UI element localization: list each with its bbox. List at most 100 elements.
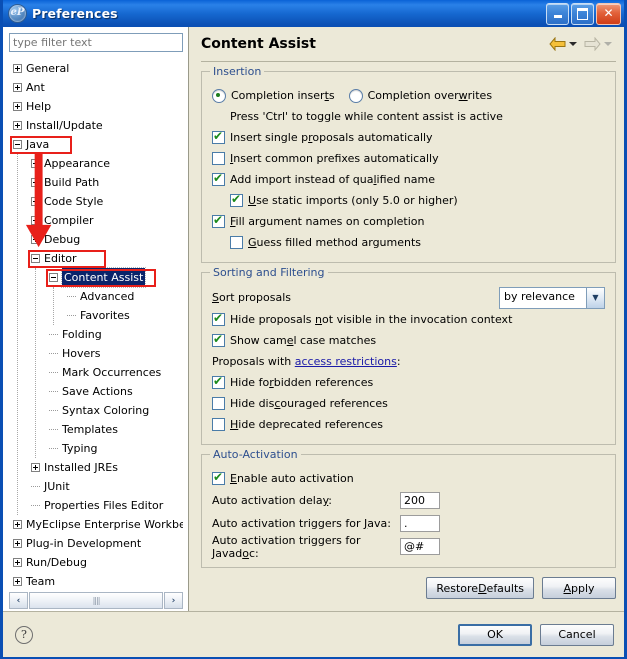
tree-horizontal-scrollbar[interactable]: ‹ |||| ›	[9, 592, 183, 609]
add-import-instead-of-qualified-name-checkbox[interactable]	[212, 171, 225, 186]
hide-proposals-not-visible-in-the-invoca-checkbox[interactable]	[212, 311, 225, 326]
tree-item-junit[interactable]: JUnit	[9, 477, 183, 496]
collapse-icon[interactable]	[31, 254, 40, 263]
expand-icon[interactable]	[13, 577, 22, 586]
tree-item-team[interactable]: Team	[9, 572, 183, 591]
completion-overwrites-radio[interactable]	[348, 88, 363, 103]
auto-activation-delay-input[interactable]	[400, 492, 440, 509]
filter-input[interactable]	[9, 33, 183, 52]
guess-filled-method-arguments-checkbox[interactable]	[230, 236, 243, 249]
tree-item-label: Run/Debug	[26, 556, 87, 569]
hide-deprecated-references-checkbox[interactable]	[212, 418, 225, 431]
insert-single-proposals-automatically-label: Insert single proposals automatically	[230, 131, 433, 144]
auto-activation-triggers-for-java-input[interactable]	[400, 515, 440, 532]
hide-proposals-not-visible-in-the-invoca-row: Hide proposals not visible in the invoca…	[212, 309, 605, 330]
collapse-icon[interactable]	[13, 140, 22, 149]
tree-item-build-path[interactable]: Build Path	[9, 173, 183, 192]
collapse-icon[interactable]	[49, 273, 58, 282]
maximize-button[interactable]	[571, 2, 594, 25]
tree-item-run-debug[interactable]: Run/Debug	[9, 553, 183, 572]
expand-icon[interactable]	[13, 520, 22, 529]
scroll-right-button[interactable]: ›	[164, 592, 183, 609]
preference-tree[interactable]: General Ant Help Install/Update Java Appearan…	[9, 59, 183, 591]
expand-icon[interactable]	[31, 463, 40, 472]
tree-item-code-style[interactable]: Code Style	[9, 192, 183, 211]
enable-auto-activation-checkbox[interactable]	[212, 470, 225, 485]
completion-overwrites-label: Completion overwrites	[367, 89, 493, 102]
tree-item-help[interactable]: Help	[9, 97, 183, 116]
dialog-footer: ? OK Cancel	[3, 611, 624, 657]
expand-icon[interactable]	[31, 159, 40, 168]
insert-single-proposals-automatically-checkbox[interactable]	[212, 129, 225, 144]
tree-indent-guide	[35, 268, 37, 458]
insertion-legend: Insertion	[210, 65, 265, 78]
insert-common-prefixes-automatically-checkbox[interactable]	[212, 152, 225, 165]
completion-inserts-radio[interactable]	[212, 88, 226, 103]
help-icon[interactable]: ?	[15, 625, 33, 644]
tree-item-editor[interactable]: Editor	[9, 249, 183, 268]
expand-icon[interactable]	[13, 121, 22, 130]
tree-item-compiler[interactable]: Compiler	[9, 211, 183, 230]
tree-item-install-update[interactable]: Install/Update	[9, 116, 183, 135]
back-arrow-icon[interactable]	[549, 37, 566, 51]
close-button[interactable]: ✕	[596, 2, 621, 25]
tree-guide	[67, 314, 76, 317]
hide-forbidden-references-checkbox[interactable]	[212, 374, 225, 389]
ok-button[interactable]: OK	[458, 623, 532, 646]
tree-item-installed-jres[interactable]: Installed JREs	[9, 458, 183, 477]
tree-item-plug-in-development[interactable]: Plug-in Development	[9, 534, 183, 553]
tree-item-label: General	[26, 62, 70, 75]
tree-item-label: Typing	[62, 442, 98, 455]
chevron-down-icon[interactable]: ▼	[586, 287, 604, 308]
hide-discouraged-references-checkbox[interactable]	[212, 397, 225, 410]
auto-activation-delay-label: Auto activation delay:	[212, 494, 332, 507]
insertion-group: Insertion Completion inserts Completion …	[201, 65, 616, 263]
tree-item-general[interactable]: General	[9, 59, 183, 78]
hide-forbidden-references-row: Hide forbidden references	[212, 372, 605, 393]
preference-tree-pane: General Ant Help Install/Update Java Appearan…	[3, 27, 188, 611]
back-dropdown-icon[interactable]	[569, 42, 577, 46]
tree-item-myeclipse-enterprise-workbenc[interactable]: MyEclipse Enterprise Workbenc	[9, 515, 183, 534]
tree-item-ant[interactable]: Ant	[9, 78, 183, 97]
minimize-icon	[553, 15, 562, 18]
expand-icon[interactable]	[13, 83, 22, 92]
tree-item-java[interactable]: Java	[9, 135, 183, 154]
tree-item-appearance[interactable]: Appearance	[9, 154, 183, 173]
access-restrictions-row: Proposals with access restrictions:	[212, 351, 605, 372]
apply-button[interactable]: Apply	[542, 577, 616, 599]
insertion-hint: Press 'Ctrl' to toggle while content ass…	[230, 110, 503, 123]
show-camel-case-matches-checkbox[interactable]	[212, 332, 225, 347]
scroll-thumb[interactable]: ||||	[29, 592, 163, 609]
sort-proposals-select[interactable]: by relevance ▼	[499, 286, 605, 309]
access-restrictions-link[interactable]: access restrictions	[295, 355, 397, 368]
restore-defaults-button[interactable]: Restore Defaults	[426, 577, 534, 599]
expand-icon[interactable]	[31, 178, 40, 187]
tree-item-properties-files-editor[interactable]: Properties Files Editor	[9, 496, 183, 515]
expand-icon[interactable]	[31, 235, 40, 244]
expand-icon[interactable]	[13, 102, 22, 111]
expand-icon[interactable]	[31, 197, 40, 206]
insert-single-proposals-automatically-row: Insert single proposals automatically	[212, 127, 605, 148]
guess-filled-method-arguments-row: Guess filled method arguments	[212, 232, 605, 253]
expand-icon[interactable]	[13, 64, 22, 73]
guess-filled-method-arguments-label: Guess filled method arguments	[248, 236, 422, 249]
page-navigation	[549, 37, 616, 51]
fill-argument-names-on-completion-checkbox[interactable]	[212, 213, 225, 228]
minimize-button[interactable]	[546, 2, 569, 25]
expand-icon[interactable]	[13, 539, 22, 548]
auto-activation-triggers-for-javadoc-input[interactable]	[400, 538, 440, 555]
tree-item-label: Properties Files Editor	[44, 499, 164, 512]
cancel-button[interactable]: Cancel	[540, 623, 614, 646]
expand-icon[interactable]	[13, 558, 22, 567]
sorting-legend: Sorting and Filtering	[210, 266, 328, 279]
tree-item-debug[interactable]: Debug	[9, 230, 183, 249]
use-static-imports-only-5-0-or-higher-checkbox[interactable]	[230, 192, 243, 207]
eclipse-preferences-icon: eP	[8, 4, 27, 23]
tree-item-label: Plug-in Development	[26, 537, 142, 550]
expand-icon[interactable]	[31, 216, 40, 225]
scroll-left-button[interactable]: ‹	[9, 592, 28, 609]
tree-item-label: Templates	[62, 423, 118, 436]
tree-item-label: Editor	[44, 252, 77, 265]
dialog-body: General Ant Help Install/Update Java Appearan…	[3, 27, 624, 657]
tree-item-label: Syntax Coloring	[62, 404, 150, 417]
